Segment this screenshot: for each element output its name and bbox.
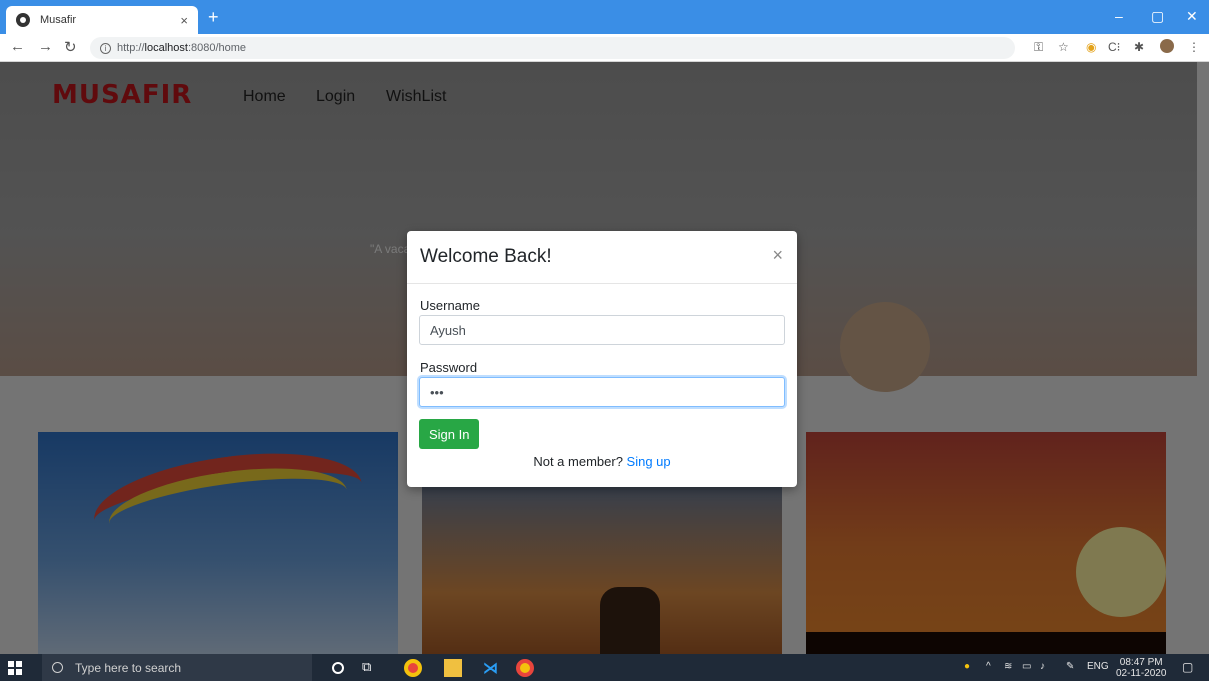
language-indicator[interactable]: ENG — [1087, 661, 1109, 672]
windows-start-icon[interactable] — [8, 661, 22, 675]
vscode-icon[interactable]: ⋊ — [483, 659, 501, 677]
file-explorer-icon[interactable] — [444, 659, 462, 677]
notification-icon[interactable]: ▢ — [1182, 660, 1193, 674]
windows-taskbar: Type here to search ⧉ ⋊ ● ^ ≋ ▭ ♪ ✎ ENG … — [0, 654, 1209, 681]
back-arrow-icon[interactable]: ← — [10, 38, 25, 55]
url-host: localhost — [144, 42, 188, 54]
chrome-icon[interactable] — [404, 659, 422, 677]
chrome-canary-icon[interactable] — [516, 659, 534, 677]
sign-up-link[interactable]: Sing up — [627, 454, 671, 469]
help-icon[interactable]: ● — [964, 661, 970, 672]
url-prefix: http:// — [117, 42, 145, 54]
extension-c-icon[interactable]: C⁝ — [1108, 40, 1120, 54]
close-window-icon[interactable]: ✕ — [1186, 8, 1198, 25]
password-label: Password — [420, 360, 478, 375]
search-icon — [52, 662, 63, 673]
modal-title: Welcome Back! — [420, 246, 552, 267]
clock-time: 08:47 PM — [1119, 657, 1163, 668]
address-bar[interactable]: i http://localhost:8080/home — [90, 37, 1015, 59]
site-favicon-icon — [16, 13, 30, 27]
forward-arrow-icon[interactable]: → — [38, 38, 53, 55]
sign-in-button[interactable]: Sign In — [419, 419, 480, 449]
tab-close-icon[interactable]: × — [180, 13, 188, 28]
browser-toolbar: ← → ↻ i http://localhost:8080/home ⚿ ☆ ◉… — [0, 34, 1209, 62]
menu-kebab-icon[interactable]: ⋮ — [1188, 40, 1200, 54]
taskbar-search-box[interactable]: Type here to search — [42, 654, 312, 681]
profile-avatar[interactable] — [1160, 39, 1174, 53]
username-field[interactable] — [419, 315, 785, 345]
extensions-puzzle-icon[interactable]: ✱ — [1134, 40, 1144, 54]
tab-title: Musafir — [40, 14, 77, 26]
browser-tab-bar: Musafir × + – ▢ ✕ — [0, 0, 1209, 34]
minimize-icon[interactable]: – — [1115, 8, 1123, 24]
star-bookmark-icon[interactable]: ☆ — [1058, 40, 1069, 54]
web-page: MUSAFIR Home Login WishList "A vaca Welc… — [0, 62, 1209, 654]
login-modal: Welcome Back! × Username Password Sign I… — [407, 231, 797, 487]
cortana-icon[interactable] — [332, 662, 344, 674]
search-placeholder: Type here to search — [75, 660, 182, 675]
key-icon[interactable]: ⚿ — [1034, 40, 1043, 55]
url-path: :8080/home — [187, 42, 247, 54]
signup-prompt: Not a member? Sing up — [407, 454, 797, 469]
extension-icon[interactable]: ◉ — [1086, 40, 1096, 54]
clock-date: 02-11-2020 — [1116, 668, 1167, 679]
password-field[interactable] — [419, 377, 785, 407]
new-tab-button[interactable]: + — [208, 8, 219, 26]
username-label: Username — [420, 298, 480, 313]
close-icon[interactable]: × — [772, 245, 783, 266]
browser-tab[interactable]: Musafir × — [6, 6, 198, 34]
not-member-text: Not a member? — [533, 454, 627, 469]
battery-icon[interactable]: ▭ — [1022, 661, 1031, 672]
volume-icon[interactable]: ♪ — [1040, 661, 1045, 672]
pen-icon[interactable]: ✎ — [1066, 661, 1074, 672]
wifi-icon[interactable]: ≋ — [1004, 661, 1012, 672]
modal-header: Welcome Back! × — [407, 231, 797, 284]
chevron-up-icon[interactable]: ^ — [986, 661, 991, 672]
maximize-icon[interactable]: ▢ — [1151, 8, 1164, 25]
task-view-icon[interactable]: ⧉ — [362, 659, 380, 677]
taskbar-clock[interactable]: 08:47 PM 02-11-2020 — [1116, 657, 1166, 679]
reload-icon[interactable]: ↻ — [64, 38, 77, 56]
site-info-icon[interactable]: i — [100, 42, 111, 54]
